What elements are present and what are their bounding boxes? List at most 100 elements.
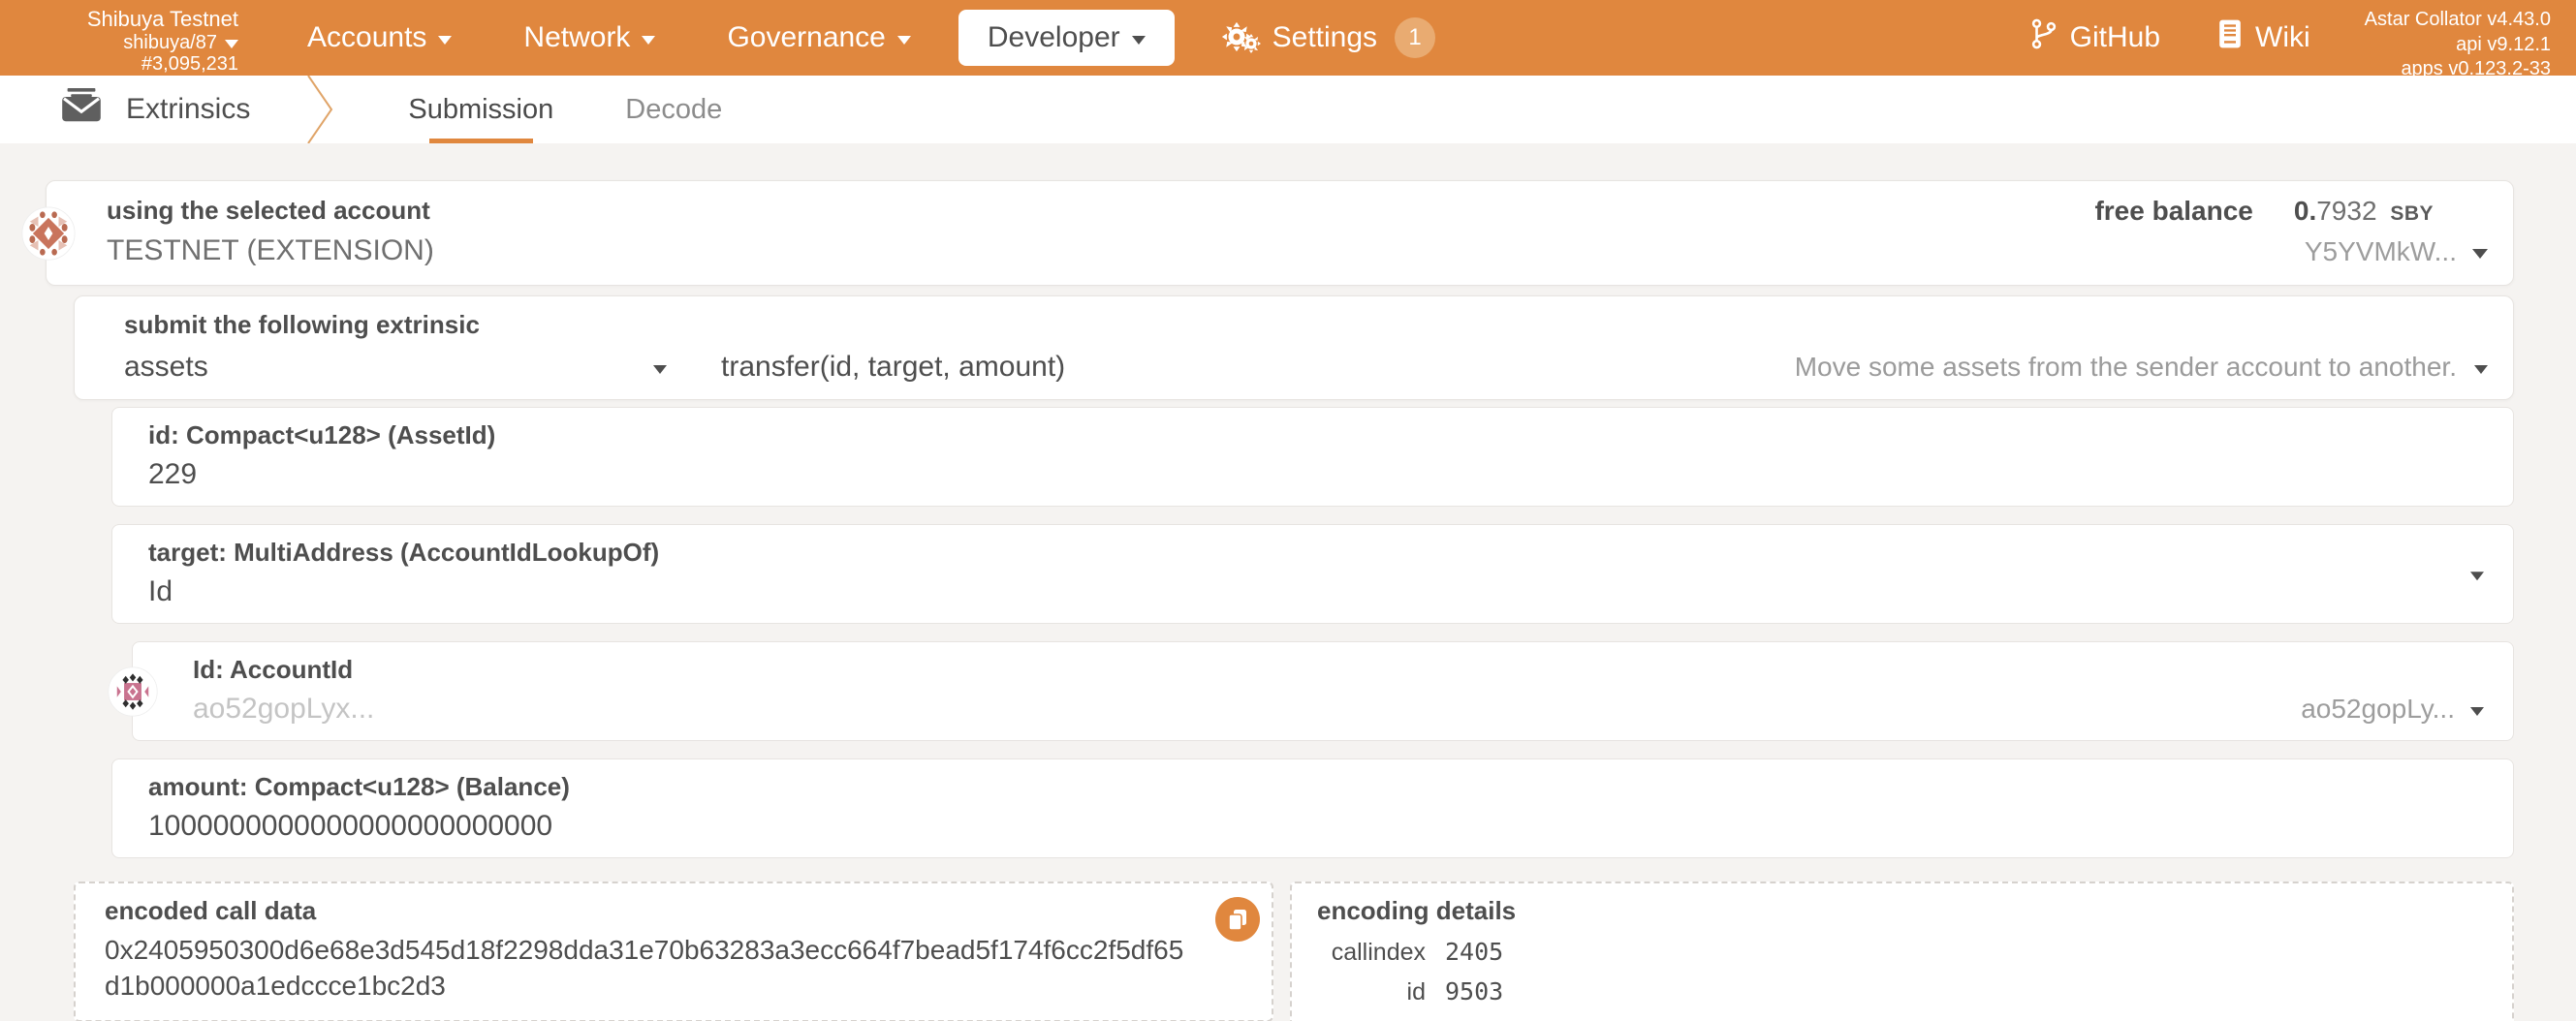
balance-frac: 7932 — [2316, 196, 2376, 226]
chain-best-block: #3,095,231 — [0, 53, 238, 75]
balance-int: 0. — [2294, 196, 2316, 226]
wiki-label: Wiki — [2255, 21, 2310, 54]
param-id-label: id: Compact<u128> (AssetId) — [148, 420, 2484, 450]
top-bar: Shibuya Testnet shibuya/87 #3,095,231 Ac… — [0, 0, 2576, 76]
encoding-details-box: encoding details callindex 2405 id 9503 … — [1290, 882, 2514, 1021]
main-nav: Accounts Network Governance Developer Se… — [271, 0, 1471, 76]
param-target-field: target: MultiAddress (AccountIdLookupOf)… — [111, 524, 2514, 624]
chevron-down-icon[interactable] — [2472, 249, 2488, 259]
encoded-call-data-value: 0x2405950300d6e68e3d545d18f2298dda31e70b… — [105, 933, 1190, 1005]
account-select-right: free balance0.7932 SBY Y5YVMkW... — [2094, 196, 2488, 267]
extrinsic-select-card: submit the following extrinsic assets tr… — [74, 295, 2514, 400]
encoding-row-key: callindex — [1317, 939, 1426, 967]
account-dropdown[interactable]: Y5YVMkW... — [2094, 236, 2488, 267]
tab-decode[interactable]: Decode — [589, 76, 758, 143]
chevron-separator-icon — [300, 76, 339, 143]
nav-developer[interactable]: Developer — [958, 10, 1175, 66]
free-balance: free balance0.7932 SBY — [2094, 196, 2488, 227]
target-identicon[interactable] — [108, 666, 158, 717]
method-description: Move some assets from the sender account… — [1795, 352, 2457, 383]
output-section: encoded call data 0x2405950300d6e68e3d54… — [74, 882, 2514, 1021]
encoding-row-value: 9503 — [1445, 977, 2487, 1006]
param-accountid-input[interactable]: ao52gopLyx... — [193, 693, 2484, 726]
chevron-down-icon[interactable] — [2474, 365, 2488, 374]
param-target-select[interactable]: Id — [148, 575, 2484, 608]
nav-network[interactable]: Network — [487, 0, 691, 76]
github-link[interactable]: GitHub — [2002, 0, 2189, 76]
extrinsic-select-row: assets transfer(id, target, amount) Move… — [124, 351, 2488, 384]
param-amount-field: amount: Compact<u128> (Balance) 10000000… — [111, 758, 2514, 858]
chevron-down-icon — [225, 40, 238, 48]
param-accountid-field[interactable]: Id: AccountId ao52gopLyx... ao52gopLy... — [132, 641, 2514, 741]
method-value[interactable]: transfer(id, target, amount) — [721, 351, 1065, 384]
envelope-icon — [60, 88, 103, 131]
extrinsic-select-label: submit the following extrinsic — [124, 310, 2488, 340]
tabs: Submission Decode — [372, 76, 758, 143]
nav-developer-label: Developer — [988, 21, 1120, 54]
chevron-down-icon[interactable] — [2470, 707, 2484, 716]
settings-gears-icon — [1222, 22, 1261, 53]
version-api: api v9.12.1 — [2365, 33, 2551, 58]
settings-badge: 1 — [1395, 17, 1435, 58]
chain-endpoint-selector[interactable]: shibuya/87 — [0, 32, 238, 53]
account-name: TESTNET (EXTENSION) — [107, 234, 434, 267]
copy-call-data-button[interactable] — [1215, 897, 1260, 942]
version-info: Astar Collator v4.43.0 api v9.12.1 apps … — [2340, 0, 2576, 76]
encoded-call-data-label: encoded call data — [105, 896, 1190, 926]
github-label: GitHub — [2070, 21, 2160, 54]
account-identicon[interactable] — [21, 206, 76, 261]
param-accountid-label: Id: AccountId — [193, 655, 2484, 685]
pallet-value: assets — [124, 351, 208, 384]
chain-name: Shibuya Testnet — [0, 8, 238, 32]
encoded-call-data-box: encoded call data 0x2405950300d6e68e3d54… — [74, 882, 1273, 1021]
param-amount-label: amount: Compact<u128> (Balance) — [148, 772, 2484, 802]
account-select-card[interactable]: using the selected account TESTNET (EXTE… — [46, 180, 2514, 286]
book-icon — [2218, 18, 2242, 57]
param-target-label: target: MultiAddress (AccountIdLookupOf) — [148, 538, 2484, 568]
tab-submission-label: Submission — [408, 94, 553, 126]
encoding-row-value: 00 d6e68e3d545d18f2298dda31e70b63283a3ec… — [1445, 1017, 2487, 1021]
pallet-select[interactable]: assets — [124, 351, 667, 384]
version-collator: Astar Collator v4.43.0 — [2365, 8, 2551, 33]
output-left-column: encoded call data 0x2405950300d6e68e3d54… — [74, 882, 1273, 1021]
version-apps: apps v0.123.2-33 — [2365, 57, 2551, 82]
accountid-dropdown[interactable]: ao52gopLy... — [2301, 694, 2484, 725]
param-id-field: id: Compact<u128> (AssetId) 229 — [111, 407, 2514, 507]
main-content: using the selected account TESTNET (EXTE… — [0, 143, 2576, 1021]
param-id-input[interactable]: 229 — [148, 458, 2484, 491]
tab-bar: Extrinsics Submission Decode — [0, 76, 2576, 143]
account-address-short: Y5YVMkW... — [2305, 236, 2457, 267]
nav-governance[interactable]: Governance — [691, 0, 946, 76]
tab-submission[interactable]: Submission — [372, 76, 589, 143]
nav-accounts[interactable]: Accounts — [271, 0, 487, 76]
account-select-left: using the selected account TESTNET (EXTE… — [107, 196, 434, 267]
encoding-row-value: 2405 — [1445, 938, 2487, 966]
nav-accounts-label: Accounts — [307, 21, 426, 54]
wiki-link[interactable]: Wiki — [2189, 0, 2340, 76]
top-spacer — [1471, 0, 2002, 76]
account-select-label: using the selected account — [107, 196, 434, 226]
encoding-details-title: encoding details — [1317, 896, 2487, 926]
chain-endpoint-label: shibuya/87 — [123, 32, 217, 53]
chevron-down-icon — [642, 36, 655, 45]
nav-network-label: Network — [523, 21, 630, 54]
section-title: Extrinsics — [60, 76, 250, 143]
copy-icon — [1226, 908, 1249, 931]
tab-decode-label: Decode — [625, 94, 722, 126]
chevron-down-icon[interactable] — [653, 365, 667, 374]
chevron-down-icon — [897, 36, 911, 45]
accountid-selected: ao52gopLy... — [2301, 694, 2455, 725]
git-branch-icon — [2031, 18, 2057, 57]
chain-info: Shibuya Testnet shibuya/87 #3,095,231 — [0, 0, 244, 76]
chevron-down-icon — [1132, 36, 1146, 45]
balance-unit: SBY — [2390, 202, 2434, 225]
method-select[interactable]: Move some assets from the sender account… — [1795, 352, 2488, 383]
chevron-down-icon[interactable] — [2470, 572, 2484, 580]
chevron-down-icon — [438, 36, 452, 45]
nav-settings-label: Settings — [1272, 21, 1377, 54]
param-amount-input[interactable]: 1000000000000000000000000 — [148, 810, 2484, 843]
section-title-label: Extrinsics — [126, 93, 250, 126]
nav-governance-label: Governance — [727, 21, 885, 54]
encoding-details-table: callindex 2405 id 9503 target 00 d6e68e3… — [1317, 938, 2487, 1021]
nav-settings[interactable]: Settings 1 — [1186, 0, 1471, 76]
